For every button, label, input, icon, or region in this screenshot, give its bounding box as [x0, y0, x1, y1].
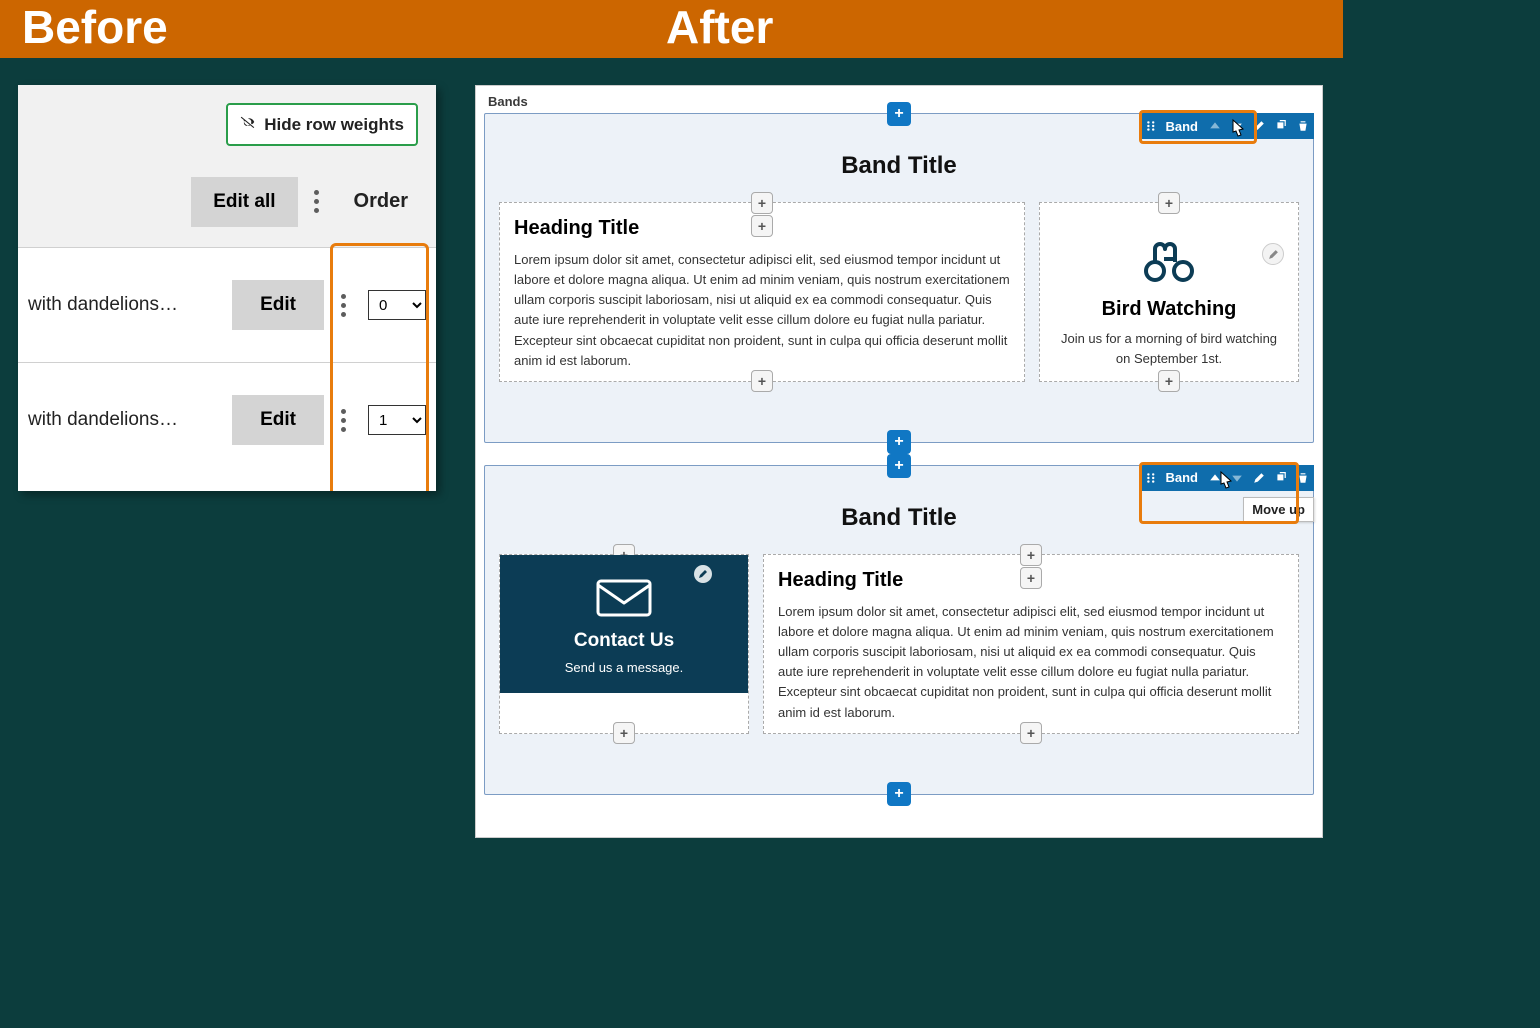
tile-title: Contact Us [510, 630, 738, 652]
tile-subtext: Send us a message. [510, 660, 738, 675]
kebab-menu-icon[interactable] [304, 182, 330, 222]
banner-after-label: After [666, 0, 773, 54]
row-text: with dandelions… [28, 294, 232, 316]
band-columns: + Contact Us Send us a message. + + + He… [499, 554, 1299, 734]
column-left: + + Heading Title Lorem ipsum dolor sit … [499, 202, 1025, 382]
binoculars-icon [1143, 270, 1195, 287]
contact-us-tile: Contact Us Send us a message. [500, 555, 748, 693]
band: + Band Band Title + + Heading Title Lore… [484, 113, 1314, 443]
add-band-below-button[interactable]: + [887, 782, 911, 806]
order-column-heading: Order [336, 176, 426, 227]
band: + Band Move up Band Title + [484, 465, 1314, 795]
table-row: with dandelions… Edit 1 [18, 362, 436, 477]
table-row: with dandelions… Edit 0 [18, 247, 436, 362]
column-right: + + Heading Title Lorem ipsum dolor sit … [763, 554, 1299, 734]
band-toolbar-label: Band [1164, 470, 1205, 485]
drag-handle-icon[interactable] [1140, 120, 1164, 132]
move-down-button[interactable] [1226, 113, 1248, 139]
band-toolbar-label: Band [1164, 119, 1205, 134]
add-above-button[interactable]: + [1020, 567, 1042, 589]
add-below-button[interactable]: + [1158, 370, 1180, 392]
band-title: Band Title [499, 152, 1299, 180]
add-above-button[interactable]: + [1020, 544, 1042, 566]
before-panel: Hide row weights Edit all Order with dan… [18, 85, 436, 491]
tile-subtext: Join us for a morning of bird watching o… [1054, 329, 1284, 368]
envelope-icon [594, 606, 654, 623]
add-band-above-button[interactable]: + [887, 454, 911, 478]
add-above-button[interactable]: + [1158, 192, 1180, 214]
duplicate-band-button[interactable] [1270, 113, 1292, 139]
before-header: Hide row weights Edit all Order [18, 85, 436, 247]
band-title: Band Title [499, 504, 1299, 532]
order-select[interactable]: 0 [368, 290, 426, 320]
column-right: + Bird Watching Join us for a morning of… [1039, 202, 1299, 382]
hide-row-weights-button[interactable]: Hide row weights [226, 103, 418, 146]
edit-button[interactable]: Edit [232, 280, 324, 330]
delete-band-button[interactable] [1292, 113, 1314, 139]
add-below-button[interactable]: + [751, 370, 773, 392]
after-panel: Bands + Band Band Title + + Heading Titl… [475, 85, 1323, 838]
tile-title: Bird Watching [1054, 298, 1284, 321]
before-columns-header: Edit all Order [28, 154, 426, 227]
move-down-button[interactable] [1226, 465, 1248, 491]
band-toolbar: Band [1140, 113, 1315, 139]
add-band-above-button[interactable]: + [887, 102, 911, 126]
edit-all-button[interactable]: Edit all [191, 177, 297, 227]
add-below-button[interactable]: + [613, 722, 635, 744]
edit-tile-button[interactable] [1262, 243, 1284, 265]
add-band-below-button[interactable]: + [887, 430, 911, 454]
add-below-button[interactable]: + [1020, 722, 1042, 744]
tooltip-move-up: Move up [1243, 497, 1314, 522]
band-columns: + + Heading Title Lorem ipsum dolor sit … [499, 202, 1299, 382]
edit-tile-button[interactable] [694, 565, 712, 583]
move-up-button[interactable] [1204, 465, 1226, 491]
bird-watching-tile: Bird Watching Join us for a morning of b… [1054, 213, 1284, 368]
edit-band-button[interactable] [1248, 465, 1270, 491]
add-above-button[interactable]: + [751, 192, 773, 214]
hide-row-weights-label: Hide row weights [264, 115, 404, 135]
body-text: Lorem ipsum dolor sit amet, consectetur … [778, 602, 1284, 723]
add-above-button[interactable]: + [751, 215, 773, 237]
kebab-menu-icon[interactable] [330, 400, 356, 440]
drag-handle-icon[interactable] [1140, 472, 1164, 484]
column-left: + Contact Us Send us a message. + [499, 554, 749, 734]
body-text: Lorem ipsum dolor sit amet, consectetur … [514, 250, 1010, 371]
comparison-banner: Before After [0, 0, 1343, 58]
move-up-button[interactable] [1204, 113, 1226, 139]
order-select[interactable]: 1 [368, 405, 426, 435]
delete-band-button[interactable] [1292, 465, 1314, 491]
edit-button[interactable]: Edit [232, 395, 324, 445]
duplicate-band-button[interactable] [1270, 465, 1292, 491]
kebab-menu-icon[interactable] [330, 285, 356, 325]
eye-slash-icon [240, 113, 258, 136]
row-text: with dandelions… [28, 409, 232, 431]
banner-before-label: Before [22, 0, 168, 54]
edit-band-button[interactable] [1248, 113, 1270, 139]
band-toolbar: Band Move up [1140, 465, 1315, 491]
